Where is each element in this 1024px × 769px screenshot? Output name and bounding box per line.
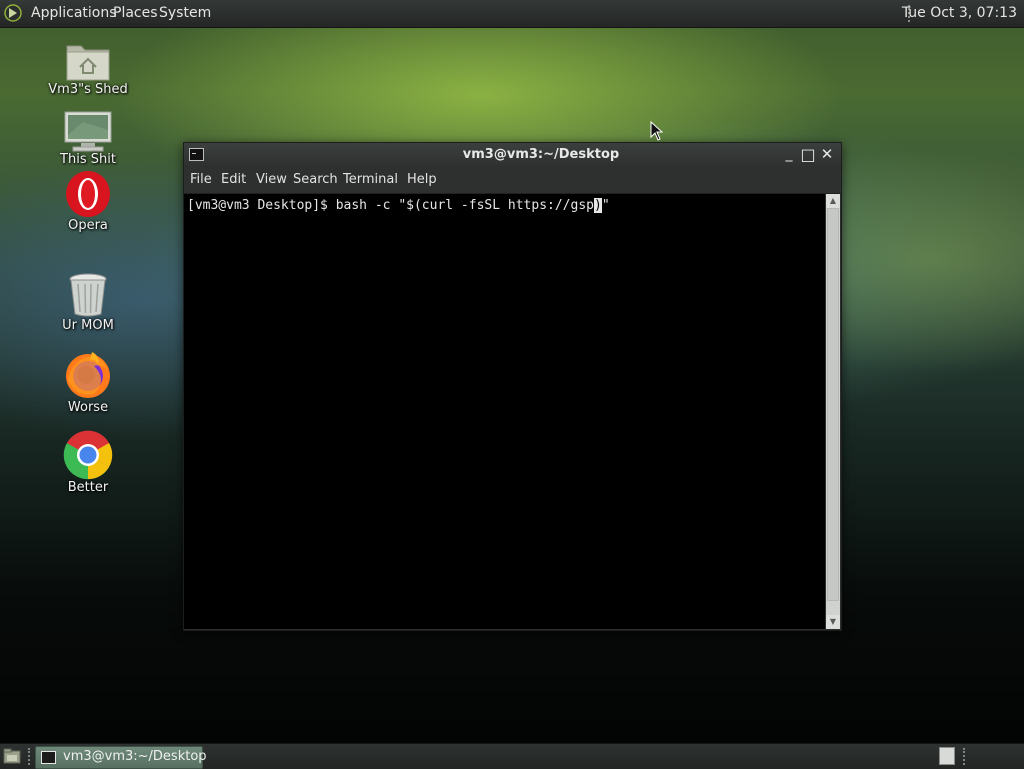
scrollbar-thumb[interactable] [827,208,839,601]
desktop-icon-label: Worse [67,400,109,415]
desktop-icon-opera[interactable]: Opera [33,170,143,233]
terminal-screen[interactable]: [vm3@vm3 Desktop]$ bash -c "$(curl -fsSL… [184,194,825,629]
taskbar-label: vm3@vm3:~/Desktop [63,749,207,764]
desktop-icon-trash[interactable]: Ur MOM [33,272,143,333]
menu-edit[interactable]: Edit [221,172,246,187]
home-folder-icon [66,45,110,81]
clock[interactable]: Tue Oct 3, 07:13 [902,5,1017,21]
taskbar-button-terminal[interactable]: vm3@vm3:~/Desktop [35,746,207,769]
desktop-icon-chrome[interactable]: Better [33,430,143,495]
window-titlebar[interactable]: vm3@vm3:~/Desktop _ □ ✕ [184,143,841,167]
workspace-switcher[interactable] [939,747,955,765]
computer-icon [64,111,112,152]
window-title: vm3@vm3:~/Desktop [462,147,620,162]
menu-help[interactable]: Help [407,172,437,187]
firefox-icon [66,352,110,398]
panel-separator [28,748,30,765]
menu-terminal[interactable]: Terminal [343,172,398,187]
terminal-menubar: File Edit View Search Terminal Help [184,167,841,194]
command-text: [vm3@vm3 Desktop]$ bash -c "$(curl -fsSL… [187,198,594,213]
bottom-panel: vm3@vm3:~/Desktop [0,743,1024,769]
system-menu[interactable]: System [159,5,211,21]
chrome-icon [63,430,113,480]
desktop-icon-computer[interactable]: This Shit [33,110,143,167]
close-button[interactable]: ✕ [819,146,835,163]
scroll-up-arrow-icon[interactable]: ▲ [826,194,840,208]
terminal-icon [41,751,56,764]
opera-icon [66,171,110,217]
applications-menu[interactable]: Applications [31,5,117,21]
top-panel: Applications Places System Tue Oct 3, 07… [0,0,1024,28]
menu-search[interactable]: Search [293,172,338,187]
maximize-button[interactable]: □ [800,146,816,163]
vertical-scrollbar[interactable]: ▲ ▼ [826,194,840,629]
panel-separator [963,748,965,765]
show-desktop-icon[interactable] [3,748,21,764]
desktop-icon-label: Better [67,480,109,495]
scroll-down-arrow-icon[interactable]: ▼ [826,615,840,629]
desktop-icon-label: Vm3"s Shed [48,82,128,97]
desktop-icon-label: Ur MOM [62,318,114,333]
menu-view[interactable]: View [256,172,287,187]
mouse-pointer-icon [650,121,664,141]
command-text-after: " [601,198,610,213]
menu-file[interactable]: File [190,172,212,187]
desktop-icon-label: Opera [68,218,108,233]
minimize-button[interactable]: _ [781,146,797,163]
desktop-icon-label: This Shit [60,152,116,167]
trash-icon [69,273,107,317]
desktop-icon-home[interactable]: Vm3"s Shed [33,40,143,97]
distro-logo-icon[interactable] [4,4,22,22]
desktop-icon-firefox[interactable]: Worse [33,350,143,415]
terminal-window[interactable]: vm3@vm3:~/Desktop _ □ ✕ File Edit View S… [183,142,842,631]
command-line: [vm3@vm3 Desktop]$ bash -c "$(curl -fsSL… [187,198,610,213]
places-menu[interactable]: Places [113,5,158,21]
text-cursor: ) [594,198,602,213]
